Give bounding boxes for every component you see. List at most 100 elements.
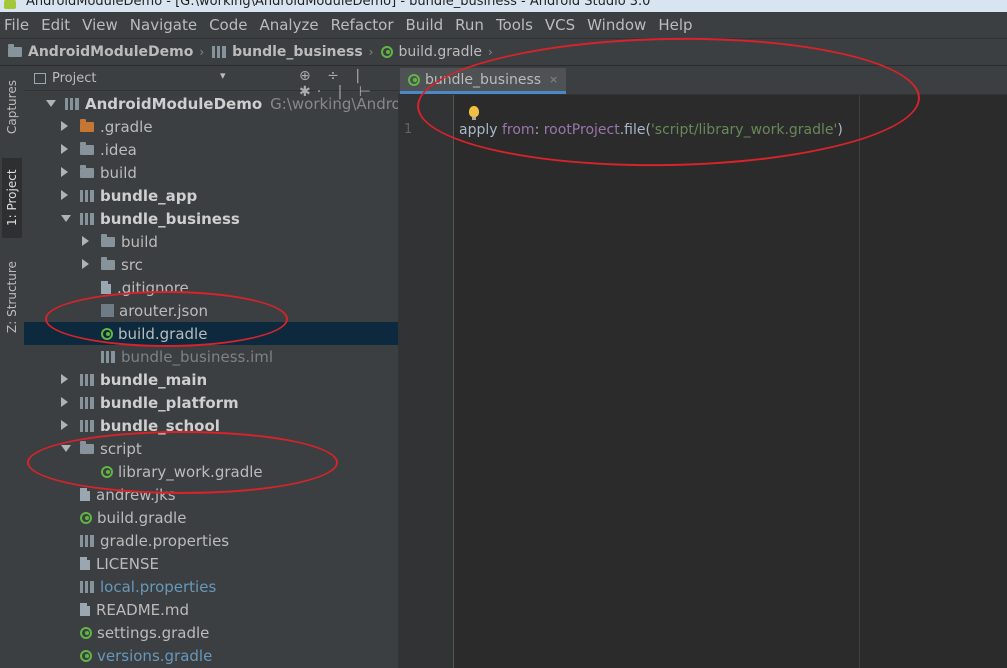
- tree-item[interactable]: bundle_app: [24, 184, 398, 207]
- tree-item-content: bundle_school: [80, 417, 220, 435]
- tree-item-content: arouter.json: [101, 302, 208, 320]
- menu-navigate[interactable]: Navigate: [130, 16, 197, 34]
- tree-item[interactable]: .idea: [24, 138, 398, 161]
- expand-arrow-closed-icon[interactable]: [82, 259, 89, 269]
- folder-icon: [80, 141, 94, 155]
- tree-item-content: build: [80, 164, 137, 182]
- tree-item[interactable]: AndroidModuleDemo G:\working\AndroidModul…: [24, 92, 398, 115]
- tree-item[interactable]: script: [24, 437, 398, 460]
- breadcrumb-module[interactable]: bundle_business: [212, 44, 363, 60]
- tree-item-content: local.properties: [80, 578, 216, 596]
- module-icon: [80, 189, 94, 202]
- menu-tools[interactable]: Tools: [496, 16, 533, 34]
- tree-item-content: bundle_platform: [80, 394, 239, 412]
- tool-window-stripe: Captures 1: Project Z: Structure: [0, 66, 25, 668]
- menu-build[interactable]: Build: [406, 16, 444, 34]
- expand-arrow-closed-icon[interactable]: [82, 236, 89, 246]
- expand-arrow-closed-icon[interactable]: [61, 397, 68, 407]
- tree-item-content: build.gradle: [101, 325, 207, 343]
- code-editor[interactable]: apply from: rootProject.file('script/lib…: [454, 95, 1007, 668]
- tree-item[interactable]: versions.gradle: [24, 644, 398, 667]
- tree-item[interactable]: README.md: [24, 598, 398, 621]
- module-icon: [80, 373, 94, 386]
- project-view-selector[interactable]: Project: [34, 71, 96, 86]
- editor-gutter: 1: [398, 95, 454, 668]
- menu-run[interactable]: Run: [455, 16, 484, 34]
- breadcrumb-file[interactable]: build.gradle: [381, 44, 482, 60]
- menu-refactor[interactable]: Refactor: [331, 16, 394, 34]
- chevron-down-icon[interactable]: ▾: [220, 69, 226, 82]
- menu-vcs[interactable]: VCS: [545, 16, 575, 34]
- menu-help[interactable]: Help: [658, 16, 692, 34]
- menu-file[interactable]: File: [4, 16, 29, 34]
- menu-code[interactable]: Code: [209, 16, 247, 34]
- tree-item[interactable]: build.gradle: [24, 506, 398, 529]
- project-panel-header: Project ▾ ⊕ ÷ | ✱· | ⊢: [24, 66, 398, 100]
- tree-item[interactable]: build.gradle: [24, 322, 398, 345]
- title-bar: AndroidModuleDemo - [G:\working\AndroidM…: [0, 0, 1007, 12]
- gradle-icon: [381, 46, 394, 58]
- tree-item[interactable]: .gradle: [24, 115, 398, 138]
- tree-item-label: gradle.properties: [100, 531, 230, 550]
- menu-analyze[interactable]: Analyze: [259, 16, 318, 34]
- tree-item-content: LICENSE: [80, 555, 159, 573]
- lightbulb-icon[interactable]: [469, 106, 479, 120]
- gradle-icon: [80, 511, 92, 524]
- tree-item-label: bundle_business.iml: [121, 347, 274, 366]
- tree-item[interactable]: build: [24, 230, 398, 253]
- tree-item[interactable]: LICENSE: [24, 552, 398, 575]
- close-icon[interactable]: ×: [549, 73, 558, 86]
- tree-item[interactable]: local.properties: [24, 575, 398, 598]
- menu-view[interactable]: View: [82, 16, 118, 34]
- tree-item-content: .gitignore: [101, 279, 189, 297]
- module-icon: [65, 97, 79, 110]
- tree-item[interactable]: src: [24, 253, 398, 276]
- module-icon: [80, 212, 94, 225]
- tree-item[interactable]: andrew.jks: [24, 483, 398, 506]
- expand-arrow-closed-icon[interactable]: [61, 190, 68, 200]
- expand-arrow-closed-icon[interactable]: [61, 420, 68, 430]
- expand-arrow-closed-icon[interactable]: [61, 374, 68, 384]
- tree-item[interactable]: gradle.properties: [24, 529, 398, 552]
- project-tab[interactable]: 1: Project: [2, 158, 22, 238]
- breadcrumb-separator-icon: ›: [368, 45, 374, 59]
- module-icon: [80, 396, 94, 409]
- code-line[interactable]: apply from: rootProject.file('script/lib…: [459, 122, 843, 138]
- tree-item[interactable]: build: [24, 161, 398, 184]
- menu-edit[interactable]: Edit: [41, 16, 70, 34]
- orange-folder-icon: [80, 118, 94, 132]
- folder-icon: [101, 233, 115, 247]
- expand-arrow-closed-icon[interactable]: [61, 144, 68, 154]
- tree-item-content: versions.gradle: [80, 647, 212, 665]
- structure-tab[interactable]: Z: Structure: [2, 252, 22, 342]
- tree-item-label: arouter.json: [119, 301, 209, 320]
- breadcrumb-project[interactable]: AndroidModuleDemo: [8, 44, 193, 60]
- tree-item[interactable]: bundle_main: [24, 368, 398, 391]
- tree-item[interactable]: settings.gradle: [24, 621, 398, 644]
- tree-item[interactable]: bundle_platform: [24, 391, 398, 414]
- tree-item[interactable]: arouter.json: [24, 299, 398, 322]
- expand-arrow-open-icon[interactable]: [61, 215, 71, 222]
- tree-item[interactable]: bundle_school: [24, 414, 398, 437]
- folder-icon: [101, 256, 115, 270]
- tree-item[interactable]: library_work.gradle: [24, 460, 398, 483]
- expand-arrow-open-icon[interactable]: [61, 445, 71, 452]
- tree-item-content: library_work.gradle: [101, 463, 263, 481]
- captures-tab[interactable]: Captures: [2, 70, 22, 144]
- tree-item[interactable]: bundle_business.iml: [24, 345, 398, 368]
- tree-item-content: .gradle: [80, 118, 153, 136]
- expand-arrow-closed-icon[interactable]: [61, 167, 68, 177]
- module-icon: [80, 419, 94, 432]
- tab-bundle-business[interactable]: bundle_business ×: [400, 68, 567, 94]
- tree-item-label: local.properties: [100, 577, 217, 596]
- expand-arrow-open-icon[interactable]: [46, 100, 56, 107]
- gradle-icon: [408, 73, 420, 86]
- tree-item[interactable]: bundle_business: [24, 207, 398, 230]
- expand-arrow-closed-icon[interactable]: [61, 121, 68, 131]
- module-file-icon: [101, 350, 115, 363]
- file-icon: [80, 488, 90, 501]
- menu-window[interactable]: Window: [587, 16, 646, 34]
- tree-item[interactable]: .gitignore: [24, 276, 398, 299]
- menu-bar: File Edit View Navigate Code Analyze Ref…: [0, 12, 1007, 38]
- gradle-icon: [101, 327, 113, 340]
